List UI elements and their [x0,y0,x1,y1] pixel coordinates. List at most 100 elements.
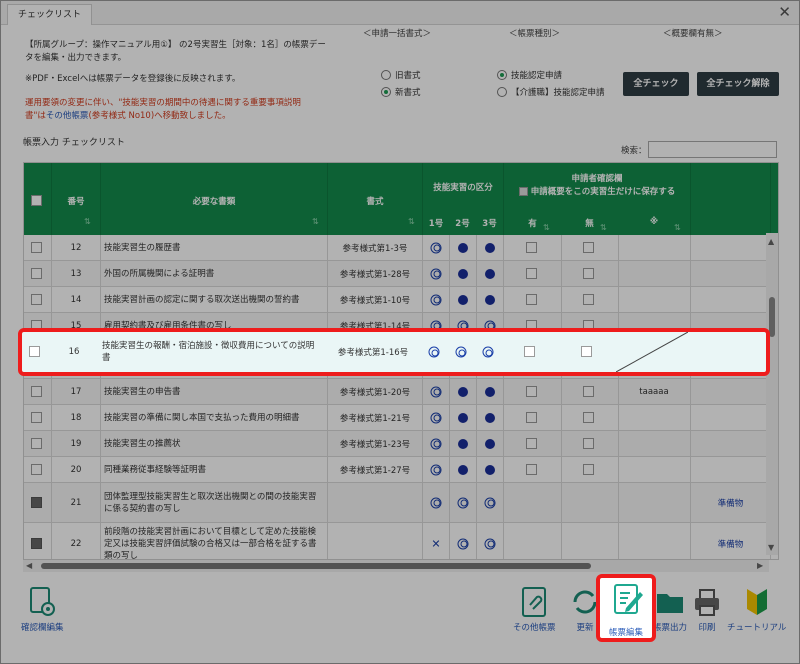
confirm-no-checkbox[interactable] [583,464,594,475]
vertical-scrollbar[interactable]: ▲ ▼ [766,233,778,555]
row-checkbox[interactable] [31,497,42,508]
sort-icon[interactable]: ⇅ [600,223,607,232]
other-docs-button[interactable]: その他帳票 [513,585,556,633]
tab-checklist[interactable]: チェックリスト [7,4,93,25]
prepare-link[interactable]: 準備物 [691,523,770,559]
save-summary-checkbox[interactable] [518,187,528,196]
radio-care-cert[interactable]: 【介護職】技能認定申請 [497,86,605,98]
table-row[interactable]: 22 前段階の技能実習計画において目標として定めた技能検定又は技能実習評価試験の合… [24,523,771,559]
row-doc-name: 技能実習生の申告書 [104,386,181,397]
radio-new-dot[interactable] [381,87,391,97]
confirm-yes-checkbox[interactable] [526,464,537,475]
confirm-yes-checkbox[interactable] [526,294,537,305]
edit-doc-label: 帳票編集 [608,628,643,638]
table-row[interactable]: 14 技能実習計画の認定に関する取次送出機関の誓約書 参考様式第1-10号 [24,287,771,313]
confirm-no-checkbox[interactable] [583,412,594,423]
row-number: 22 [70,538,82,549]
sort-icon[interactable]: ⇅ [408,217,415,226]
prepare-link[interactable]: 準備物 [691,483,770,522]
confirm-edit-button[interactable]: 確認欄編集 [21,585,64,633]
col-format[interactable]: 書式 [328,195,422,207]
doc-output-button[interactable]: 帳票出力 [653,585,687,633]
confirm-no-checkbox[interactable] [583,268,594,279]
row-checkbox-cell [31,523,42,559]
row-checkbox[interactable] [31,386,42,397]
prepare-link[interactable] [691,457,770,482]
confirm-yes-checkbox[interactable] [526,438,537,449]
tutorial-button[interactable]: チュートリアル [727,585,786,633]
prepare-link[interactable] [691,287,770,312]
table-row[interactable]: 21 団体監理型技能実習生と取次送出機関との間の技能実習に係る契約書の写し 準備物 [24,483,771,523]
edit-doc-button[interactable]: 帳票編集 [596,574,656,642]
row-checkbox[interactable] [31,412,42,423]
double-circle-icon [430,268,442,279]
row-doc-name: 技能実習計画の認定に関する取次送出機関の誓約書 [104,294,300,305]
radio-new-format[interactable]: 新書式 [381,86,421,98]
radio-care-label: 【介護職】技能認定申請 [511,88,605,98]
row-format: 参考様式第1-10号 [339,295,411,306]
confirm-no-checkbox[interactable] [583,438,594,449]
sort-icon[interactable]: ⇅ [312,217,319,226]
scroll-up-icon[interactable]: ▲ [768,237,774,246]
horizontal-scrollbar[interactable]: ◀ ▶ [23,560,769,572]
confirm-yes-checkbox[interactable] [526,386,537,397]
row-note [618,261,690,286]
scroll-right-icon[interactable]: ▶ [757,561,763,570]
radio-old-format[interactable]: 旧書式 [381,69,421,81]
scroll-down-icon[interactable]: ▼ [768,543,774,552]
sort-icon[interactable]: ⇅ [674,223,681,232]
confirm-yes-checkbox[interactable] [526,242,537,253]
prepare-link[interactable] [691,261,770,286]
confirm-no-checkbox[interactable] [583,294,594,305]
prepare-link[interactable] [691,379,770,404]
table-row[interactable]: 20 同種業務従事経験等証明書 参考様式第1-27号 [24,457,771,483]
row-checkbox[interactable] [31,538,42,549]
row-checkbox[interactable] [31,464,42,475]
table-row[interactable]: 18 技能実習の準備に関し本国で支払った費用の明細書 参考様式第1-21号 [24,405,771,431]
row-checkbox[interactable] [31,268,42,279]
prepare-link[interactable] [691,405,770,430]
table-row[interactable]: 17 技能実習生の申告書 参考様式第1-20号 taaaaa [24,379,771,405]
radio-care-dot[interactable] [497,87,507,97]
confirm-no-checkbox[interactable] [583,242,594,253]
sort-icon[interactable]: ⇅ [543,223,550,232]
row-note [618,523,690,559]
header-checkbox[interactable] [31,195,42,206]
confirm-yes-checkbox[interactable] [526,268,537,279]
col-docs[interactable]: 必要な書類 [101,195,327,207]
radio-old-dot[interactable] [381,70,391,80]
other-docs-link[interactable]: その他帳票 [46,111,89,121]
table-row[interactable]: 13 外国の所属機関による証明書 参考様式第1-28号 [24,261,771,287]
double-circle-icon [430,294,442,305]
row-checkbox[interactable] [31,242,42,253]
row-checkbox[interactable] [31,438,42,449]
search-input[interactable] [648,141,777,158]
radio-skill-cert[interactable]: 技能認定申請 [497,69,562,81]
row-doc-name: 技能実習生の履歴書 [104,242,181,253]
row-checkbox[interactable] [31,294,42,305]
notice-line-2: 書"はその他帳票(参考様式 No10)へ移動致しました。 [25,110,355,123]
cell-divider [422,235,423,260]
horizontal-scroll-thumb[interactable] [41,563,591,569]
check-all-button[interactable]: 全チェック [623,72,689,96]
close-icon[interactable]: ✕ [778,3,791,21]
vertical-scroll-thumb[interactable] [769,297,775,337]
table-row[interactable]: 19 技能実習生の推薦状 参考様式第1-23号 [24,431,771,457]
col-none: 無 [585,219,594,229]
col-confirm: 申請者確認欄 [571,174,623,184]
print-button[interactable]: 印刷 [691,585,723,633]
prepare-link[interactable] [691,235,770,260]
confirm-no-checkbox[interactable] [583,386,594,397]
scroll-left-icon[interactable]: ◀ [26,561,32,570]
cell-divider [422,287,423,312]
sort-icon[interactable]: ⇅ [84,217,91,226]
cell-divider [449,457,450,482]
radio-skill-dot[interactable] [497,70,507,80]
row-format: 参考様式第1-28号 [339,269,411,280]
prepare-link[interactable] [691,431,770,456]
uncheck-all-button[interactable]: 全チェック解除 [697,72,779,96]
col-no[interactable]: 番号 [52,195,100,207]
table-row[interactable]: 12 技能実習生の履歴書 参考様式第1-3号 [24,235,771,261]
confirm-yes-checkbox[interactable] [526,412,537,423]
cell-divider [476,431,477,456]
